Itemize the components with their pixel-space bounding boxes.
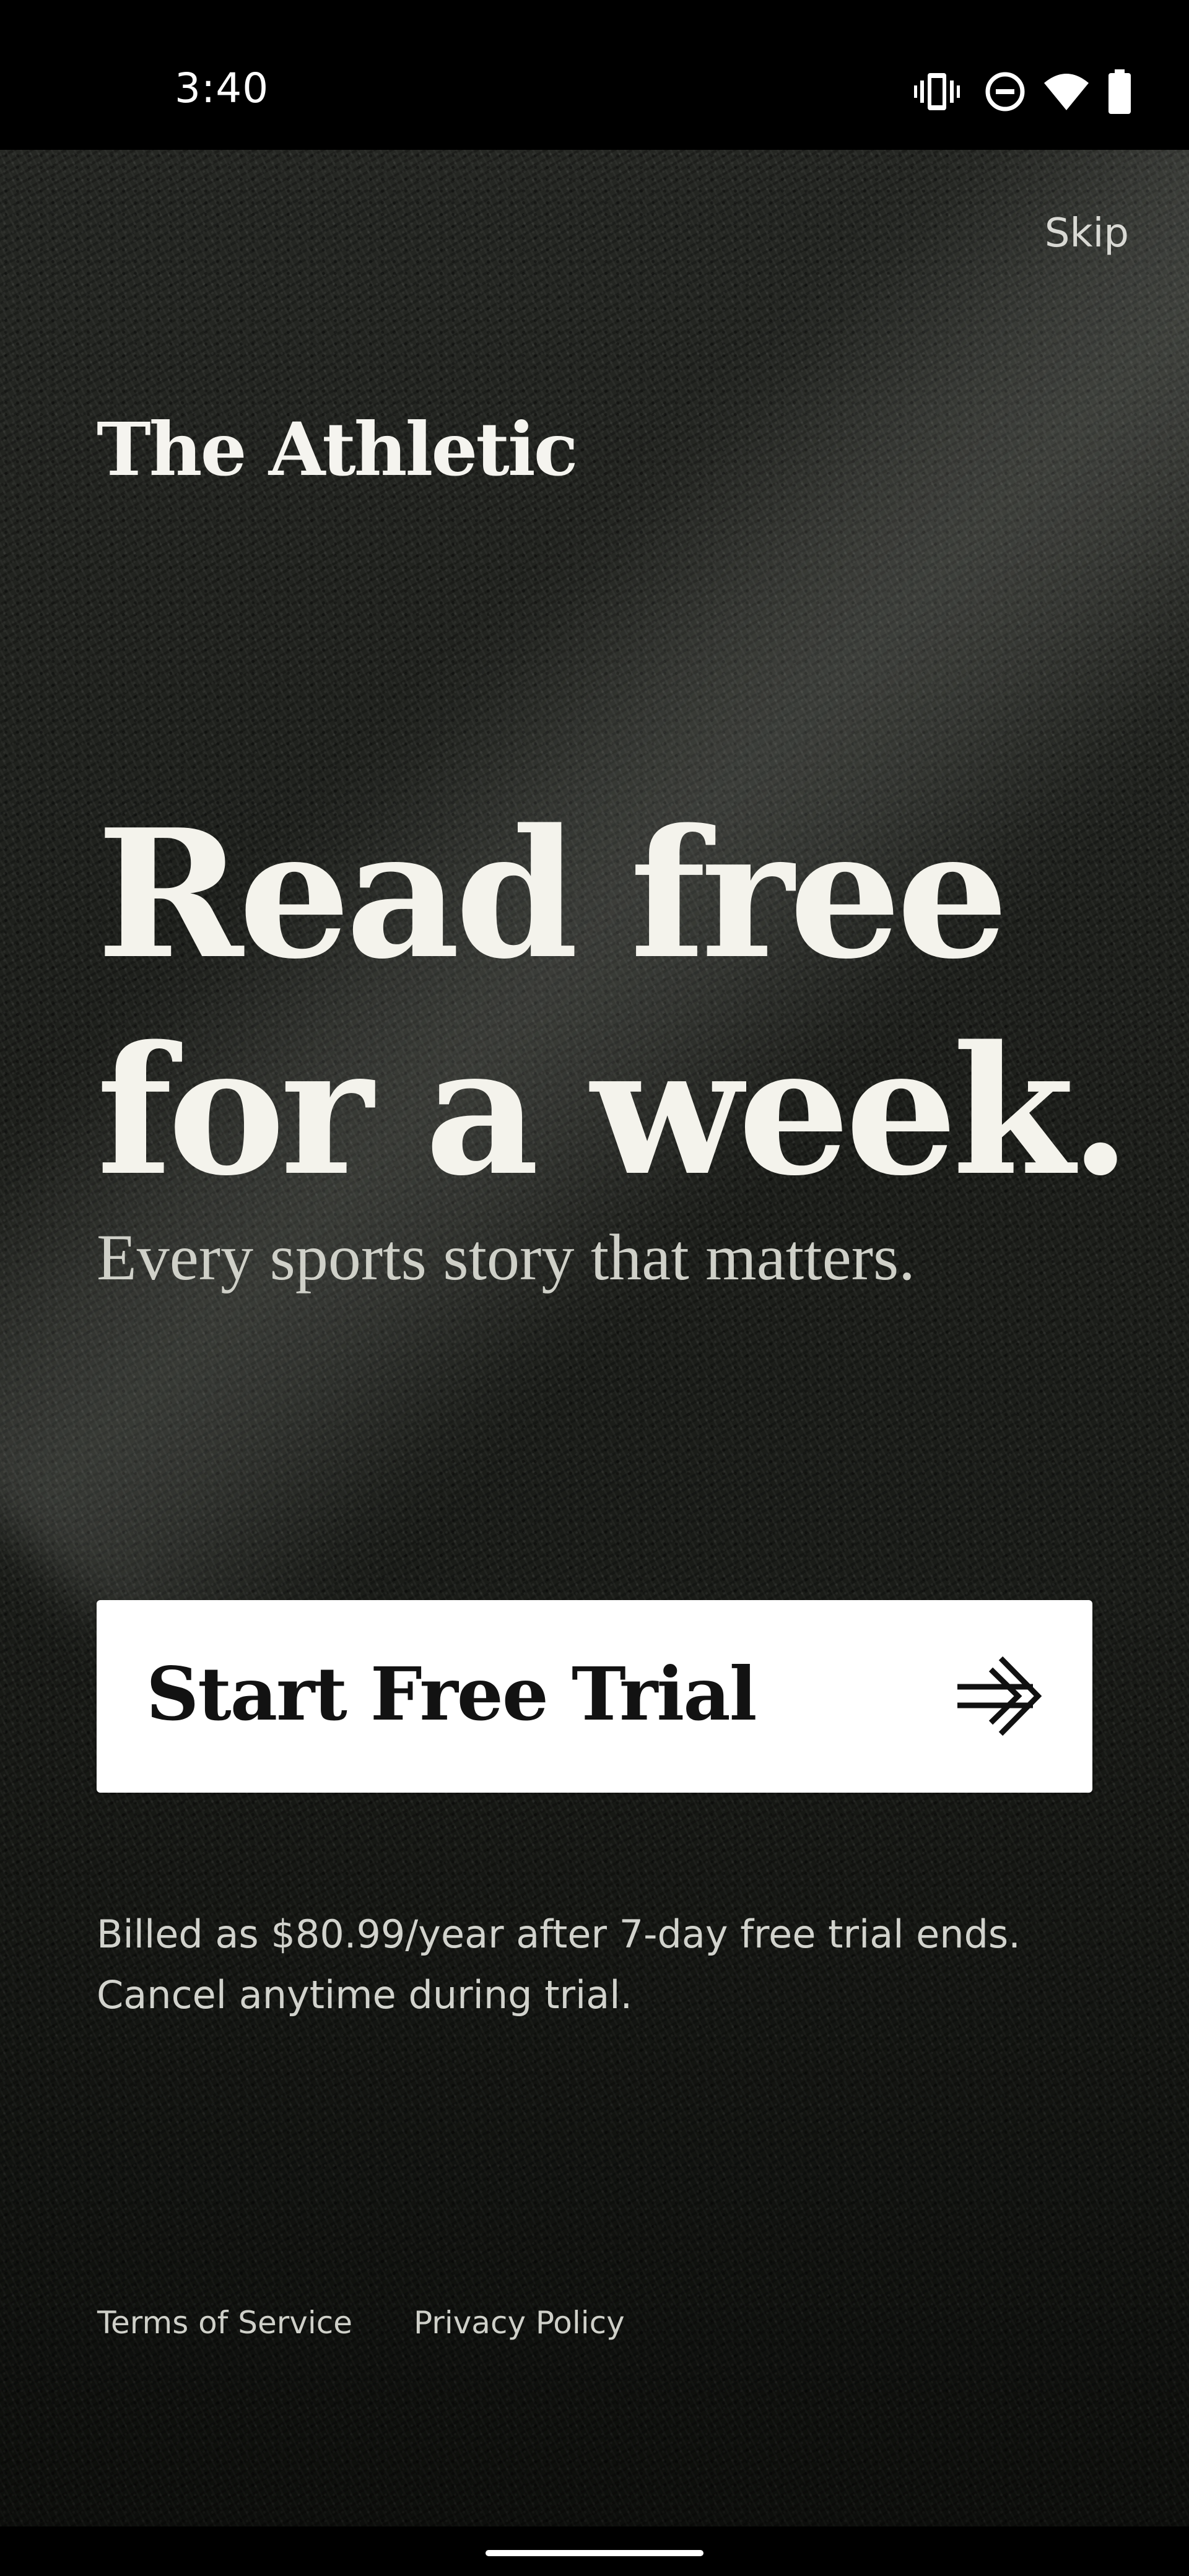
headline-line-1: Read free — [97, 791, 1009, 998]
start-free-trial-button[interactable]: Start Free Trial — [97, 1600, 1092, 1793]
status-bar: 3:40 — [0, 0, 1189, 150]
background-shade — [0, 150, 1189, 2526]
vibrate-icon — [914, 73, 960, 110]
skip-button[interactable]: Skip — [1045, 211, 1129, 256]
battery-icon — [1108, 69, 1131, 114]
arrow-right-icon — [957, 1656, 1042, 1736]
wifi-icon — [1044, 74, 1089, 110]
home-indicator[interactable] — [486, 2550, 703, 2556]
privacy-policy-link[interactable]: Privacy Policy — [414, 2305, 625, 2341]
billing-note: Billed as $80.99/year after 7-day free t… — [97, 1904, 1112, 2026]
headline-line-2: for a week. — [97, 1007, 1131, 1215]
do-not-disturb-icon — [985, 72, 1025, 111]
billing-line-2: Cancel anytime during trial. — [97, 1972, 633, 2017]
start-free-trial-label: Start Free Trial — [146, 1651, 757, 1737]
onboarding-screen — [0, 150, 1189, 2526]
subheadline: Every sports story that matters. — [97, 1221, 915, 1294]
headline: Read free for a week. — [97, 786, 1149, 1220]
billing-line-1: Billed as $80.99/year after 7-day free t… — [97, 1912, 1021, 1957]
brand-logo: The Athletic — [97, 406, 578, 492]
terms-of-service-link[interactable]: Terms of Service — [97, 2305, 352, 2341]
status-time: 3:40 — [175, 64, 269, 112]
navigation-bar — [0, 2526, 1189, 2576]
